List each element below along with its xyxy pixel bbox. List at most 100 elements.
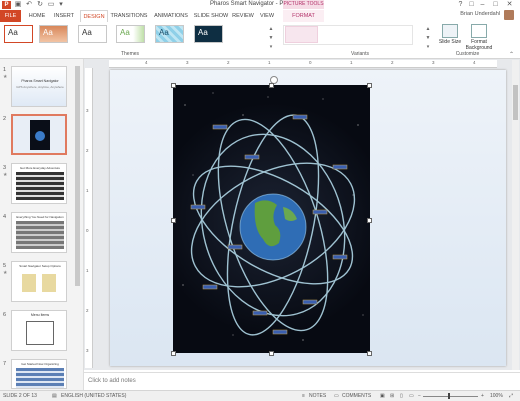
tab-home[interactable]: HOME xyxy=(26,10,48,22)
collapse-ribbon-icon[interactable]: ⌃ xyxy=(509,51,517,58)
satellite-picture[interactable] xyxy=(173,85,370,353)
theme-4[interactable]: Aa xyxy=(116,25,145,43)
animation-star-icon: ★ xyxy=(3,172,8,178)
notes-placeholder: Click to add notes xyxy=(88,378,136,384)
ruler-label: 0 xyxy=(86,228,89,233)
theme-label: Aa xyxy=(43,28,53,37)
ruler-label: 1 xyxy=(268,60,271,65)
comments-toggle[interactable]: COMMENTS xyxy=(342,393,371,399)
ruler-label: 2 xyxy=(86,308,89,313)
variant-option-1[interactable] xyxy=(285,26,318,43)
normal-view-icon[interactable]: ▣ xyxy=(380,393,385,399)
editor-scrollbar[interactable] xyxy=(512,60,519,370)
theme-office[interactable]: Aa xyxy=(4,25,33,43)
theme-5[interactable]: Aa xyxy=(155,25,184,43)
thumb-picture xyxy=(30,120,50,150)
ruler-label: 3 xyxy=(86,348,89,353)
slide-thumbnail-6[interactable]: Menu Items xyxy=(11,310,67,351)
thumb-title: Pharos Smart Navigator xyxy=(21,79,59,83)
help-button[interactable]: ? xyxy=(455,0,466,9)
reading-view-icon[interactable]: ▯ xyxy=(400,393,403,399)
zoom-in-icon[interactable]: + xyxy=(481,393,484,399)
tab-insert[interactable]: INSERT xyxy=(51,10,77,22)
thumb-number-4: 4 xyxy=(3,214,7,220)
ruler-label: 1 xyxy=(86,268,89,273)
slide-thumbnail-4[interactable]: Everything You Need for Navigation xyxy=(11,212,67,253)
ruler-label: 3 xyxy=(186,60,189,65)
resize-handle-bottom-left[interactable] xyxy=(171,351,176,356)
theme-label: Aa xyxy=(82,28,92,37)
ruler-label: 1 xyxy=(86,188,89,193)
zoom-slider-thumb[interactable] xyxy=(448,393,450,399)
theme-label: Aa xyxy=(8,28,18,37)
slide-thumbnail-7[interactable]: Get Started Now Organizing xyxy=(11,359,67,389)
ruler-label: 3 xyxy=(432,60,435,65)
ruler-label: 4 xyxy=(473,60,476,65)
tab-animations[interactable]: ANIMATIONS xyxy=(152,10,190,22)
tab-file[interactable]: FILE xyxy=(0,10,21,22)
horizontal-ruler: 4 3 2 1 0 1 2 3 4 xyxy=(109,60,497,68)
slide-thumbnail-3[interactable]: Get More Everyday Adventure xyxy=(11,163,67,204)
notes-toggle[interactable]: NOTES xyxy=(309,393,326,399)
variants-gallery-scroll[interactable]: ▲ ▼ ▾ xyxy=(425,25,431,52)
thumb-number-2: 2 xyxy=(3,116,7,122)
themes-gallery-scroll[interactable]: ▲ ▼ ▾ xyxy=(268,25,274,52)
resize-handle-left[interactable] xyxy=(171,218,176,223)
thumb-title: Smart Navigator Setup Options xyxy=(19,264,61,268)
thumbnails-scroll-thumb[interactable] xyxy=(75,66,80,286)
thumb-title: Everything You Need for Navigation xyxy=(16,215,64,219)
resize-handle-bottom-right[interactable] xyxy=(367,351,372,356)
thumb-title: Get Started Now Organizing xyxy=(21,362,59,366)
thumb-table xyxy=(16,368,64,388)
thumb-number-5: 5 xyxy=(3,263,7,269)
tab-slide-show[interactable]: SLIDE SHOW xyxy=(193,10,229,22)
thumbnails-scrollbar[interactable] xyxy=(75,62,80,362)
language-status[interactable]: ENGLISH (UNITED STATES) xyxy=(61,393,126,399)
tab-view[interactable]: VIEW xyxy=(257,10,277,22)
notes-pane[interactable]: Click to add notes xyxy=(84,372,520,390)
format-background-button[interactable]: Format Background xyxy=(463,24,495,51)
ruler-label: 1 xyxy=(350,60,353,65)
window-title: Pharos Smart Navigator - PowerPoint xyxy=(209,1,311,7)
thumb-image-left xyxy=(22,274,36,292)
resize-handle-right[interactable] xyxy=(367,218,372,223)
slideshow-view-icon[interactable]: ▭ xyxy=(409,393,414,399)
thumb-table xyxy=(16,221,64,249)
tab-review[interactable]: REVIEW xyxy=(231,10,255,22)
close-button[interactable]: ✕ xyxy=(504,0,515,9)
zoom-slider[interactable] xyxy=(423,396,478,397)
status-bar: SLIDE 2 OF 13 ▤ ENGLISH (UNITED STATES) … xyxy=(0,390,520,401)
theme-3[interactable]: Aa xyxy=(78,25,107,43)
fit-slide-icon[interactable]: ⤢ xyxy=(509,393,513,399)
minimize-button[interactable]: – xyxy=(477,0,488,9)
variants-group-label: Variants xyxy=(351,51,369,57)
resize-handle-bottom[interactable] xyxy=(269,351,274,356)
slide-counter: SLIDE 2 OF 13 xyxy=(3,393,37,399)
resize-handle-top[interactable] xyxy=(269,83,274,88)
zoom-level[interactable]: 100% xyxy=(490,393,503,399)
format-background-icon xyxy=(471,24,487,38)
tab-format[interactable]: FORMAT xyxy=(283,10,324,22)
theme-6[interactable]: Aa xyxy=(194,25,223,43)
slide-thumbnail-5[interactable]: Smart Navigator Setup Options xyxy=(11,261,67,302)
slide-sorter-icon[interactable]: ⊞ xyxy=(390,393,394,399)
slide-size-button[interactable]: Slide Size xyxy=(437,24,463,45)
slide-thumbnail-2[interactable] xyxy=(11,114,67,155)
tab-transitions[interactable]: TRANSITIONS xyxy=(110,10,148,22)
satellite-orbit-illustration xyxy=(182,92,364,341)
theme-2[interactable]: Aa xyxy=(39,25,68,43)
avatar[interactable] xyxy=(504,10,514,20)
theme-label: Aa xyxy=(159,28,169,37)
resize-handle-top-left[interactable] xyxy=(171,83,176,88)
ribbon-display-button[interactable]: □ xyxy=(466,0,477,9)
ruler-label: 2 xyxy=(391,60,394,65)
maximize-button[interactable]: □ xyxy=(490,0,501,9)
thumb-title: Get More Everyday Adventure xyxy=(19,166,61,170)
spelling-icon[interactable]: ▤ xyxy=(52,393,57,399)
user-name[interactable]: Brian Underdahl xyxy=(440,11,500,17)
slide-thumbnail-1[interactable]: Pharos Smart Navigator GPS Anywhere, Any… xyxy=(11,66,67,107)
ruler-label: 0 xyxy=(309,60,312,65)
editor-scroll-thumb[interactable] xyxy=(513,85,518,120)
resize-handle-top-right[interactable] xyxy=(367,83,372,88)
zoom-out-icon[interactable]: − xyxy=(418,393,421,399)
